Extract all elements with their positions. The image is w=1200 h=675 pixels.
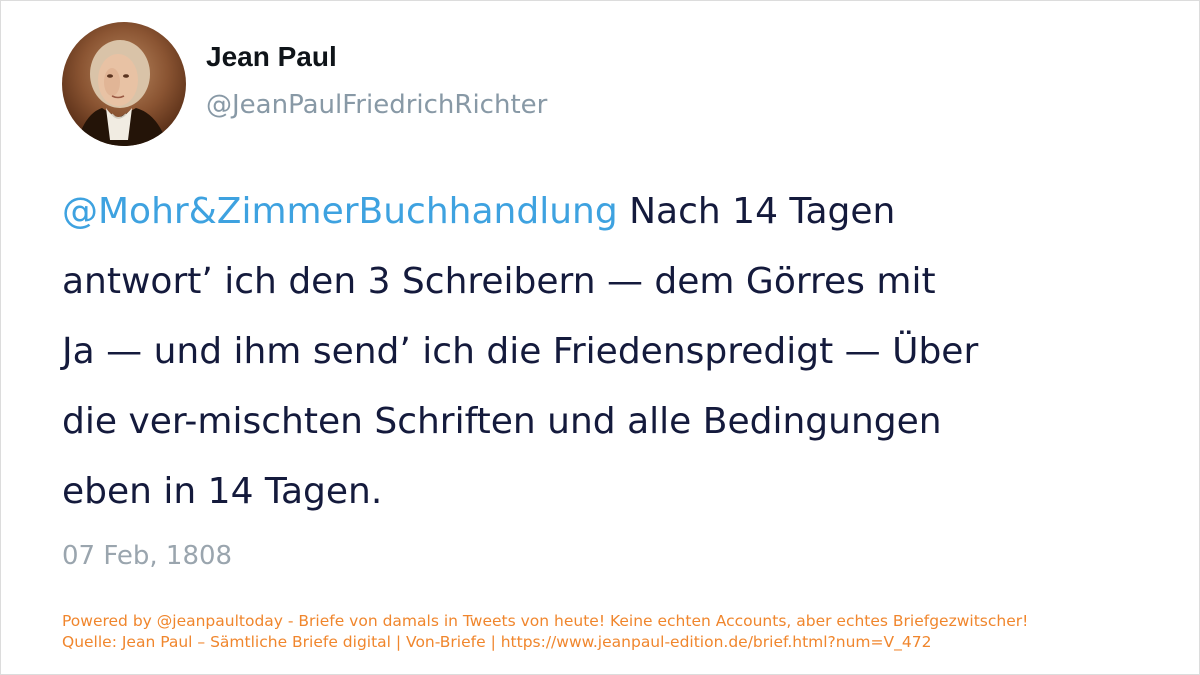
tweet-text: @Mohr&ZimmerBuchhandlung Nach 14 Tagen a… [62,177,1142,527]
footer-source: Quelle: Jean Paul – Sämtliche Briefe dig… [62,633,932,651]
tweet-line-1-text: Nach 14 Tagen [617,191,896,232]
author-name[interactable]: Jean Paul [206,41,337,73]
portrait-avatar-icon[interactable] [62,22,186,146]
footer: Powered by @jeanpaultoday - Briefe von d… [62,611,1028,653]
mention-link[interactable]: @Mohr&ZimmerBuchhandlung [62,191,618,232]
tweet-card: Jean Paul @JeanPaulFriedrichRichter @Moh… [0,0,1200,675]
tweet-line-1: @Mohr&ZimmerBuchhandlung Nach 14 Tagen [62,177,1142,247]
tweet-line-5: eben in 14 Tagen. [62,471,383,512]
footer-powered-by: Powered by @jeanpaultoday - Briefe von d… [62,612,1029,630]
tweet-line-4: die ver-mischten Schriften und alle Bedi… [62,401,942,442]
author-handle[interactable]: @JeanPaulFriedrichRichter [206,90,547,120]
tweet-line-3: Ja — und ihm send’ ich die Friedenspredi… [62,331,979,372]
tweet-line-2: antwort’ ich den 3 Schreibern — dem Görr… [62,261,936,302]
tweet-date: 07 Feb, 1808 [62,541,233,571]
